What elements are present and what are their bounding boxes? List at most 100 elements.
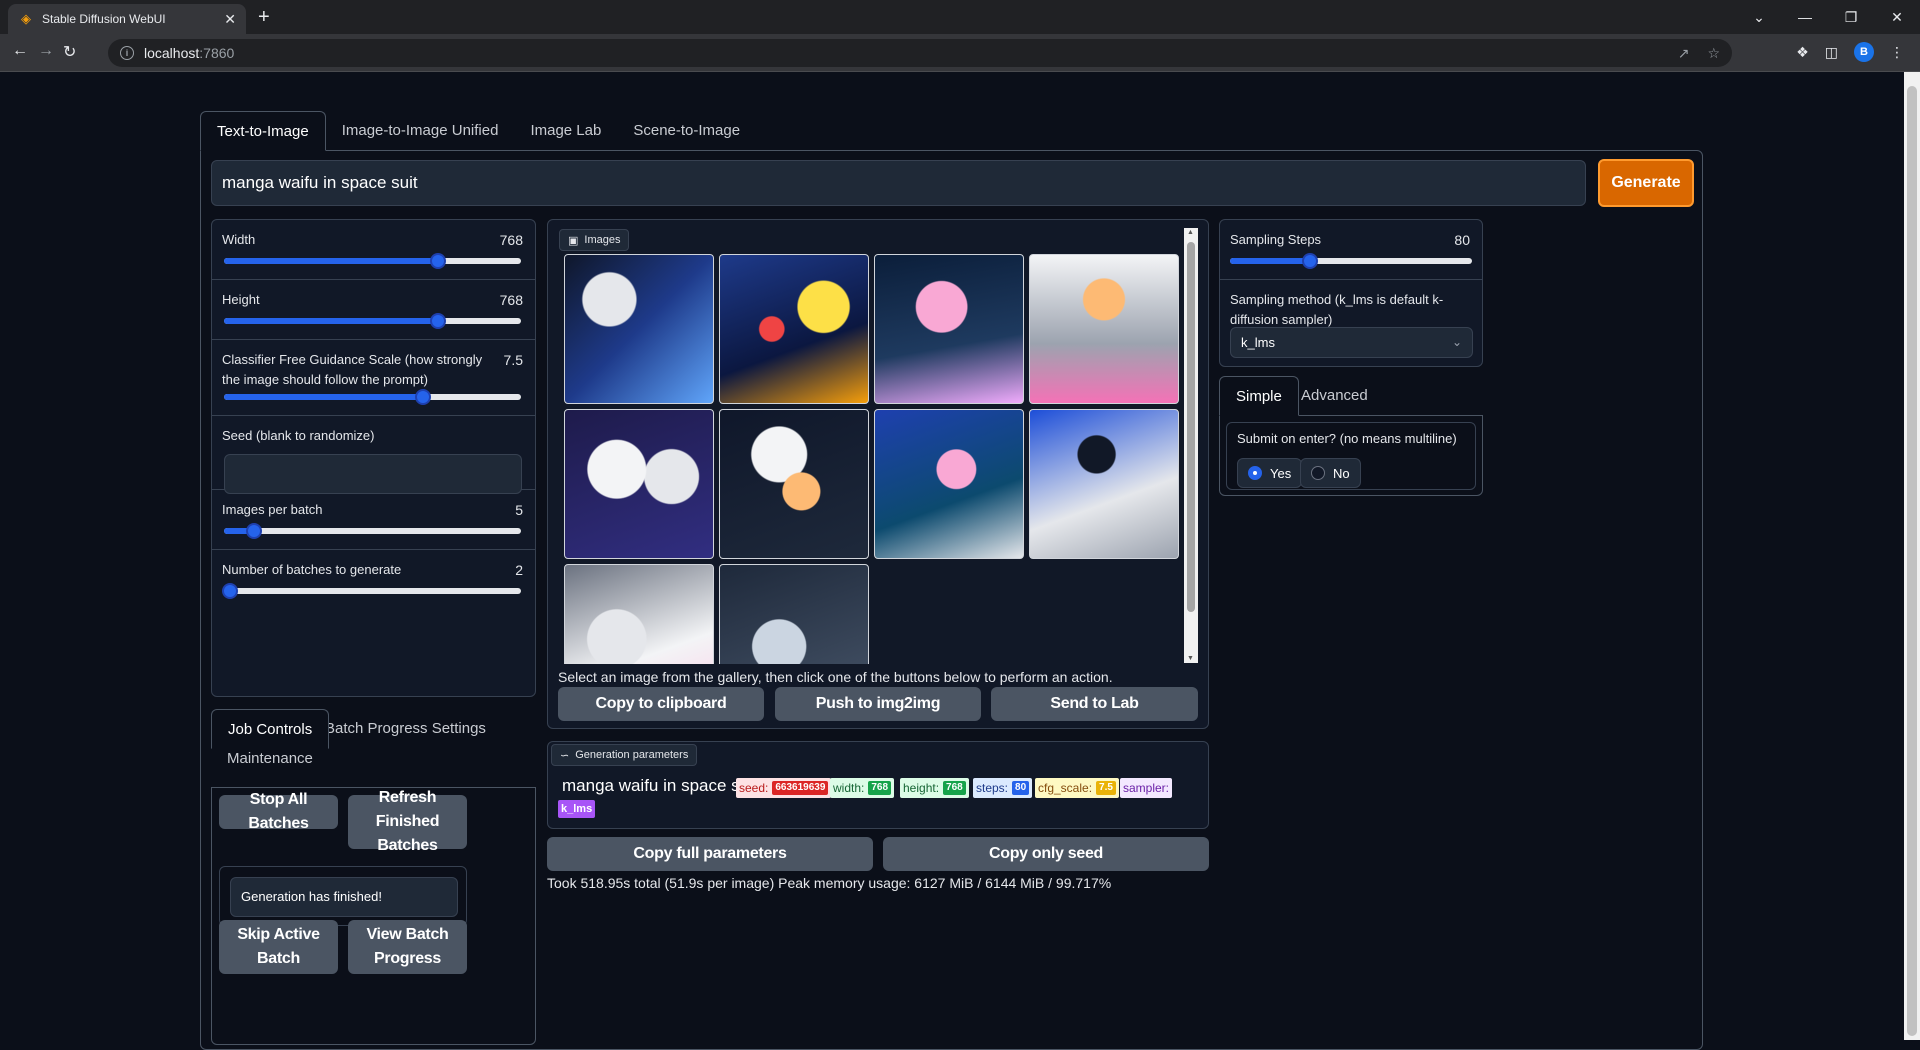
radio-yes[interactable]: Yes — [1237, 458, 1303, 488]
tab-advanced[interactable]: Advanced — [1285, 376, 1384, 416]
radio-no[interactable]: No — [1300, 458, 1361, 488]
refresh-finished-batches-button[interactable]: Refresh Finished Batches — [348, 789, 467, 854]
cfg-scale-chip: cfg_scale: 7.5 — [1035, 778, 1119, 798]
url-port: :7860 — [199, 45, 235, 61]
restore-icon[interactable]: ❐ — [1828, 0, 1874, 34]
copy-full-parameters-button[interactable]: Copy full parameters — [547, 837, 873, 871]
cfg-scale-chip-key: cfg_scale: — [1038, 781, 1093, 795]
width-value[interactable]: 768 — [500, 232, 523, 248]
cfg-scale-value[interactable]: 7.5 — [504, 352, 523, 368]
reload-icon[interactable]: ↻ — [63, 42, 76, 62]
chart-icon: ∽ — [560, 749, 570, 762]
url-field[interactable]: i localhost:7860 ↗ ☆ — [108, 39, 1732, 67]
url-host: localhost — [144, 45, 200, 61]
steps-chip-key: steps: — [976, 781, 1009, 795]
page-scrollbar[interactable] — [1904, 72, 1920, 1040]
width-label: Width — [222, 232, 256, 247]
num-batches-label: Number of batches to generate — [222, 562, 402, 577]
sampler-chip-value: k_lms — [558, 800, 596, 818]
back-icon[interactable]: ← — [12, 42, 28, 60]
seed-field: Seed (blank to randomize) — [212, 416, 535, 494]
job-controls-panel: Stop All Batches Refresh Finished Batche… — [211, 787, 536, 1045]
close-window-icon[interactable]: ✕ — [1874, 0, 1920, 34]
radio-no-indicator — [1311, 466, 1325, 480]
seed-chip: seed: 663619639 — [736, 778, 832, 798]
gallery-scrollbar[interactable]: ▲ ▼ — [1184, 228, 1198, 663]
height-slider[interactable] — [224, 313, 521, 329]
browser-tab[interactable]: ◈ Stable Diffusion WebUI ✕ — [8, 4, 246, 34]
window-controls: ⌄ — ❐ ✕ — [1736, 0, 1920, 34]
gallery-image[interactable] — [564, 254, 714, 404]
params-prompt: manga waifu in space suit — [562, 776, 758, 795]
status-text: Generation has finished! — [230, 877, 458, 917]
close-tab-icon[interactable]: ✕ — [224, 11, 236, 28]
tab-image-lab[interactable]: Image Lab — [514, 111, 617, 151]
images-per-batch-value[interactable]: 5 — [515, 502, 523, 518]
radio-no-label: No — [1333, 465, 1350, 481]
gallery-image[interactable] — [719, 254, 869, 404]
num-batches-value[interactable]: 2 — [515, 562, 523, 578]
view-batch-progress-button[interactable]: View Batch Progress — [348, 920, 467, 974]
submit-on-enter-label: Submit on enter? (no means multiline) — [1237, 431, 1457, 446]
share-icon[interactable]: ↗ — [1678, 45, 1690, 62]
side-panel-icon[interactable]: ◫ — [1825, 44, 1838, 61]
steps-chip-value: 80 — [1012, 781, 1030, 795]
scroll-up-icon[interactable]: ▲ — [1187, 229, 1194, 236]
tab-batch-progress-settings[interactable]: Batch Progress Settings — [309, 709, 502, 749]
gallery-image[interactable] — [564, 564, 714, 664]
tab-text-to-image[interactable]: Text-to-Image — [200, 111, 326, 151]
menu-kebab-icon[interactable]: ⋮ — [1890, 44, 1904, 61]
scroll-down-icon[interactable]: ▼ — [1187, 655, 1194, 662]
height-chip-key: height: — [903, 781, 940, 795]
sampling-method-select[interactable]: k_lms ⌄ — [1230, 327, 1473, 358]
send-to-lab-button[interactable]: Send to Lab — [991, 687, 1198, 721]
gallery-image[interactable] — [719, 564, 869, 664]
tab-job-controls[interactable]: Job Controls — [211, 709, 330, 749]
site-info-icon[interactable]: i — [120, 46, 134, 60]
sampler-chip: sampler: — [1120, 778, 1173, 798]
forward-icon[interactable]: → — [38, 42, 54, 60]
images-per-batch-label: Images per batch — [222, 502, 323, 517]
gallery-image[interactable] — [874, 254, 1024, 404]
tab-scene-to-image[interactable]: Scene-to-Image — [617, 111, 756, 151]
gallery-image[interactable] — [1029, 254, 1179, 404]
tab-simple[interactable]: Simple — [1219, 376, 1299, 416]
browser-tab-title: Stable Diffusion WebUI — [42, 12, 166, 26]
skip-active-batch-button[interactable]: Skip Active Batch — [219, 920, 338, 974]
height-value[interactable]: 768 — [500, 292, 523, 308]
copy-only-seed-button[interactable]: Copy only seed — [883, 837, 1209, 871]
gallery-image[interactable] — [719, 409, 869, 559]
gallery-image[interactable] — [874, 409, 1024, 559]
seed-chip-key: seed: — [739, 781, 769, 795]
app-favicon-icon: ◈ — [21, 11, 31, 26]
extensions-puzzle-icon[interactable]: ❖ — [1796, 44, 1809, 61]
generate-button[interactable]: Generate — [1598, 159, 1694, 207]
cfg-scale-field: Classifier Free Guidance Scale (how stro… — [212, 340, 535, 416]
push-to-img2img-button[interactable]: Push to img2img — [775, 687, 981, 721]
copy-to-clipboard-button[interactable]: Copy to clipboard — [558, 687, 764, 721]
sampling-steps-value[interactable]: 80 — [1454, 232, 1470, 248]
gallery-scroll-thumb[interactable] — [1187, 242, 1195, 612]
images-per-batch-slider[interactable] — [224, 523, 521, 539]
num-batches-slider[interactable] — [221, 583, 521, 599]
page-scroll-thumb[interactable] — [1907, 86, 1917, 1036]
profile-avatar[interactable]: B — [1854, 42, 1874, 62]
seed-input[interactable] — [224, 454, 522, 494]
generation-parameters-panel: ∽ Generation parameters manga waifu in s… — [547, 741, 1209, 829]
tab-image-to-image-unified[interactable]: Image-to-Image Unified — [326, 111, 515, 151]
prompt-input[interactable]: manga waifu in space suit — [211, 160, 1586, 206]
tab-search-icon[interactable]: ⌄ — [1736, 0, 1782, 34]
gallery-image[interactable] — [1029, 409, 1179, 559]
images-per-batch-field: Images per batch 5 — [212, 490, 535, 550]
minimize-icon[interactable]: — — [1782, 0, 1828, 34]
gallery-image[interactable] — [564, 409, 714, 559]
bookmark-star-icon[interactable]: ☆ — [1707, 45, 1720, 62]
new-tab-icon[interactable]: + — [258, 6, 270, 29]
stop-all-batches-button[interactable]: Stop All Batches — [219, 791, 338, 832]
webui-app: Text-to-Image Image-to-Image Unified Ima… — [200, 111, 1703, 1050]
height-label: Height — [222, 292, 260, 307]
sampling-steps-slider[interactable] — [1230, 253, 1472, 269]
height-chip-value: 768 — [943, 781, 966, 795]
cfg-scale-slider[interactable] — [224, 389, 521, 405]
width-slider[interactable] — [224, 253, 521, 269]
